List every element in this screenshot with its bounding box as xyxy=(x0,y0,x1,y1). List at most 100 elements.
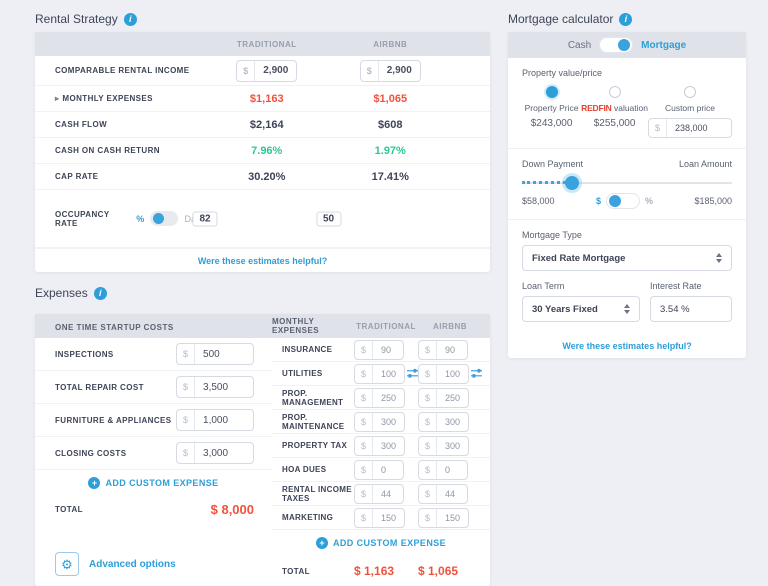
add-custom-startup-expense-button[interactable]: + ADD CUSTOM EXPENSE xyxy=(35,470,272,496)
row-cash-on-cash-return: CASH ON CASH RETURN 7.96% 1.97% xyxy=(35,138,490,164)
startup-costs-section: INSPECTIONS $500 TOTAL REPAIR COST $3,50… xyxy=(35,338,272,586)
plus-icon: + xyxy=(316,537,328,549)
down-payment-value: $58,000 xyxy=(522,196,555,206)
insurance-airbnb-input[interactable]: $90 xyxy=(418,340,468,360)
cash-on-cash-airbnb: 1.97% xyxy=(329,145,453,157)
hoa-dues-traditional-input[interactable]: $0 xyxy=(354,460,404,480)
estimates-helpful-link[interactable]: Were these estimates helpful? xyxy=(198,256,327,266)
custom-price-input[interactable]: $238,000 xyxy=(648,118,732,138)
row-furniture-appliances: FURNITURE & APPLIANCES $1,000 xyxy=(35,404,272,437)
slider-knob[interactable] xyxy=(565,176,579,190)
comparable-income-traditional-input[interactable]: $ 2,900 xyxy=(236,60,297,82)
expenses-card: ONE TIME STARTUP COSTS MONTHLY EXPENSES … xyxy=(35,314,490,586)
hoa-dues-airbnb-input[interactable]: $0 xyxy=(418,460,468,480)
utilities-airbnb-input[interactable]: $100 xyxy=(418,364,469,384)
cap-rate-airbnb: 17.41% xyxy=(329,171,453,183)
occupancy-value-traditional[interactable]: 82 xyxy=(192,211,217,226)
down-payment-slider[interactable] xyxy=(522,175,732,191)
cash-flow-airbnb: $608 xyxy=(329,119,453,131)
unit-percent-label[interactable]: % xyxy=(645,196,653,206)
monthly-total-airbnb: $ 1,065 xyxy=(418,564,482,578)
startup-total-row: TOTAL $ 8,000 xyxy=(35,496,272,523)
expenses-table-header: ONE TIME STARTUP COSTS MONTHLY EXPENSES … xyxy=(35,314,490,338)
cash-option-label[interactable]: Cash xyxy=(568,40,591,51)
info-icon[interactable]: i xyxy=(94,287,107,300)
property-price-radio[interactable] xyxy=(546,86,558,98)
select-arrows-icon xyxy=(716,253,722,263)
property-price-options: Property Price $243,000 REDFIN valuation… xyxy=(522,86,732,138)
marketing-airbnb-input[interactable]: $150 xyxy=(418,508,469,528)
column-header-airbnb: AIRBNB xyxy=(329,40,453,49)
currency-symbol: $ xyxy=(177,344,195,364)
closing-costs-input[interactable]: $3,000 xyxy=(176,442,254,464)
info-icon[interactable]: i xyxy=(124,13,137,26)
add-custom-monthly-expense-button[interactable]: + ADD CUSTOM EXPENSE xyxy=(272,530,490,556)
prop-maintenance-traditional-input[interactable]: $300 xyxy=(354,412,405,432)
redfin-valuation-radio[interactable] xyxy=(609,86,621,98)
cash-flow-label: CASH FLOW xyxy=(35,120,205,129)
monthly-total-row: TOTAL $ 1,163 $ 1,065 xyxy=(272,556,490,586)
advanced-options-link[interactable]: Advanced options xyxy=(89,559,176,570)
property-tax-airbnb-input[interactable]: $300 xyxy=(418,436,469,456)
occupancy-rate-label: OCCUPANCY RATE xyxy=(55,210,130,228)
loan-term-select[interactable]: 30 Years Fixed xyxy=(522,296,640,322)
payment-type-toggle-row: Cash Mortgage xyxy=(508,32,746,58)
interest-rate-input[interactable]: 3.54 % xyxy=(650,296,732,322)
comparable-income-airbnb-input[interactable]: $ 2,900 xyxy=(360,60,421,82)
mortgage-option-label[interactable]: Mortgage xyxy=(641,40,686,51)
monthly-expenses-traditional: $1,163 xyxy=(205,93,329,105)
repair-cost-input[interactable]: $3,500 xyxy=(176,376,254,398)
row-marketing: MARKETING $150 $150 xyxy=(272,506,490,530)
toggle-knob[interactable] xyxy=(618,39,630,51)
cash-mortgage-toggle[interactable] xyxy=(599,37,633,53)
row-closing-costs: CLOSING COSTS $3,000 xyxy=(35,437,272,470)
currency-symbol: $ xyxy=(177,443,195,463)
prop-management-traditional-input[interactable]: $250 xyxy=(354,388,405,408)
row-property-tax: PROPERTY TAX $300 $300 xyxy=(272,434,490,458)
custom-price-radio[interactable] xyxy=(684,86,696,98)
redfin-logo: REDFIN xyxy=(581,103,611,113)
option-redfin-valuation: REDFIN valuation $255,000 xyxy=(581,86,648,138)
property-tax-traditional-input[interactable]: $300 xyxy=(354,436,405,456)
mortgage-type-select[interactable]: Fixed Rate Mortgage xyxy=(522,245,732,271)
row-utilities: UTILITIES $100 $100 xyxy=(272,362,490,386)
unit-dollar-label[interactable]: $ xyxy=(596,196,601,206)
option-property-price: Property Price $243,000 xyxy=(522,86,581,138)
plus-icon: + xyxy=(88,477,100,489)
occupancy-unit-toggle[interactable] xyxy=(150,211,178,226)
dollar-percent-toggle[interactable] xyxy=(606,193,640,209)
cash-flow-traditional: $2,164 xyxy=(205,119,329,131)
prop-maintenance-airbnb-input[interactable]: $300 xyxy=(418,412,469,432)
startup-costs-header: ONE TIME STARTUP COSTS xyxy=(55,323,174,332)
row-monthly-expenses: ▸MONTHLY EXPENSES $1,163 $1,065 xyxy=(35,86,490,112)
rental-taxes-airbnb-input[interactable]: $44 xyxy=(418,484,468,504)
marketing-traditional-input[interactable]: $150 xyxy=(354,508,405,528)
toggle-knob[interactable] xyxy=(153,213,164,224)
utilities-traditional-input[interactable]: $100 xyxy=(354,364,405,384)
expenses-header: Expenses i xyxy=(35,284,490,302)
sliders-icon[interactable] xyxy=(471,368,482,379)
currency-symbol: $ xyxy=(237,61,255,81)
toggle-knob[interactable] xyxy=(609,195,621,207)
insurance-traditional-input[interactable]: $90 xyxy=(354,340,404,360)
row-inspections: INSPECTIONS $500 xyxy=(35,338,272,371)
right-column: Mortgage calculator i Cash Mortgage Prop… xyxy=(508,10,746,358)
monthly-expenses-expander[interactable]: ▸MONTHLY EXPENSES xyxy=(35,94,205,103)
advanced-options-button[interactable]: ⚙ xyxy=(55,552,79,576)
inspections-input[interactable]: $500 xyxy=(176,343,254,365)
comparable-income-label: COMPARABLE RENTAL INCOME xyxy=(35,66,205,75)
rental-taxes-traditional-input[interactable]: $44 xyxy=(354,484,404,504)
rental-strategy-title: Rental Strategy xyxy=(35,12,118,26)
currency-symbol: $ xyxy=(177,410,195,430)
sliders-icon[interactable] xyxy=(407,368,418,379)
prop-management-airbnb-input[interactable]: $250 xyxy=(418,388,469,408)
estimates-helpful-link[interactable]: Were these estimates helpful? xyxy=(562,341,691,351)
column-header-airbnb: AIRBNB xyxy=(418,322,482,331)
furniture-input[interactable]: $1,000 xyxy=(176,409,254,431)
occupancy-value-airbnb[interactable]: 50 xyxy=(316,211,341,226)
occupancy-unit-percent[interactable]: % xyxy=(136,214,144,224)
redfin-valuation-value: $255,000 xyxy=(594,118,636,129)
info-icon[interactable]: i xyxy=(619,13,632,26)
rental-strategy-card: TRADITIONAL AIRBNB COMPARABLE RENTAL INC… xyxy=(35,32,490,272)
row-rental-income-taxes: RENTAL INCOME TAXES $44 $44 xyxy=(272,482,490,506)
